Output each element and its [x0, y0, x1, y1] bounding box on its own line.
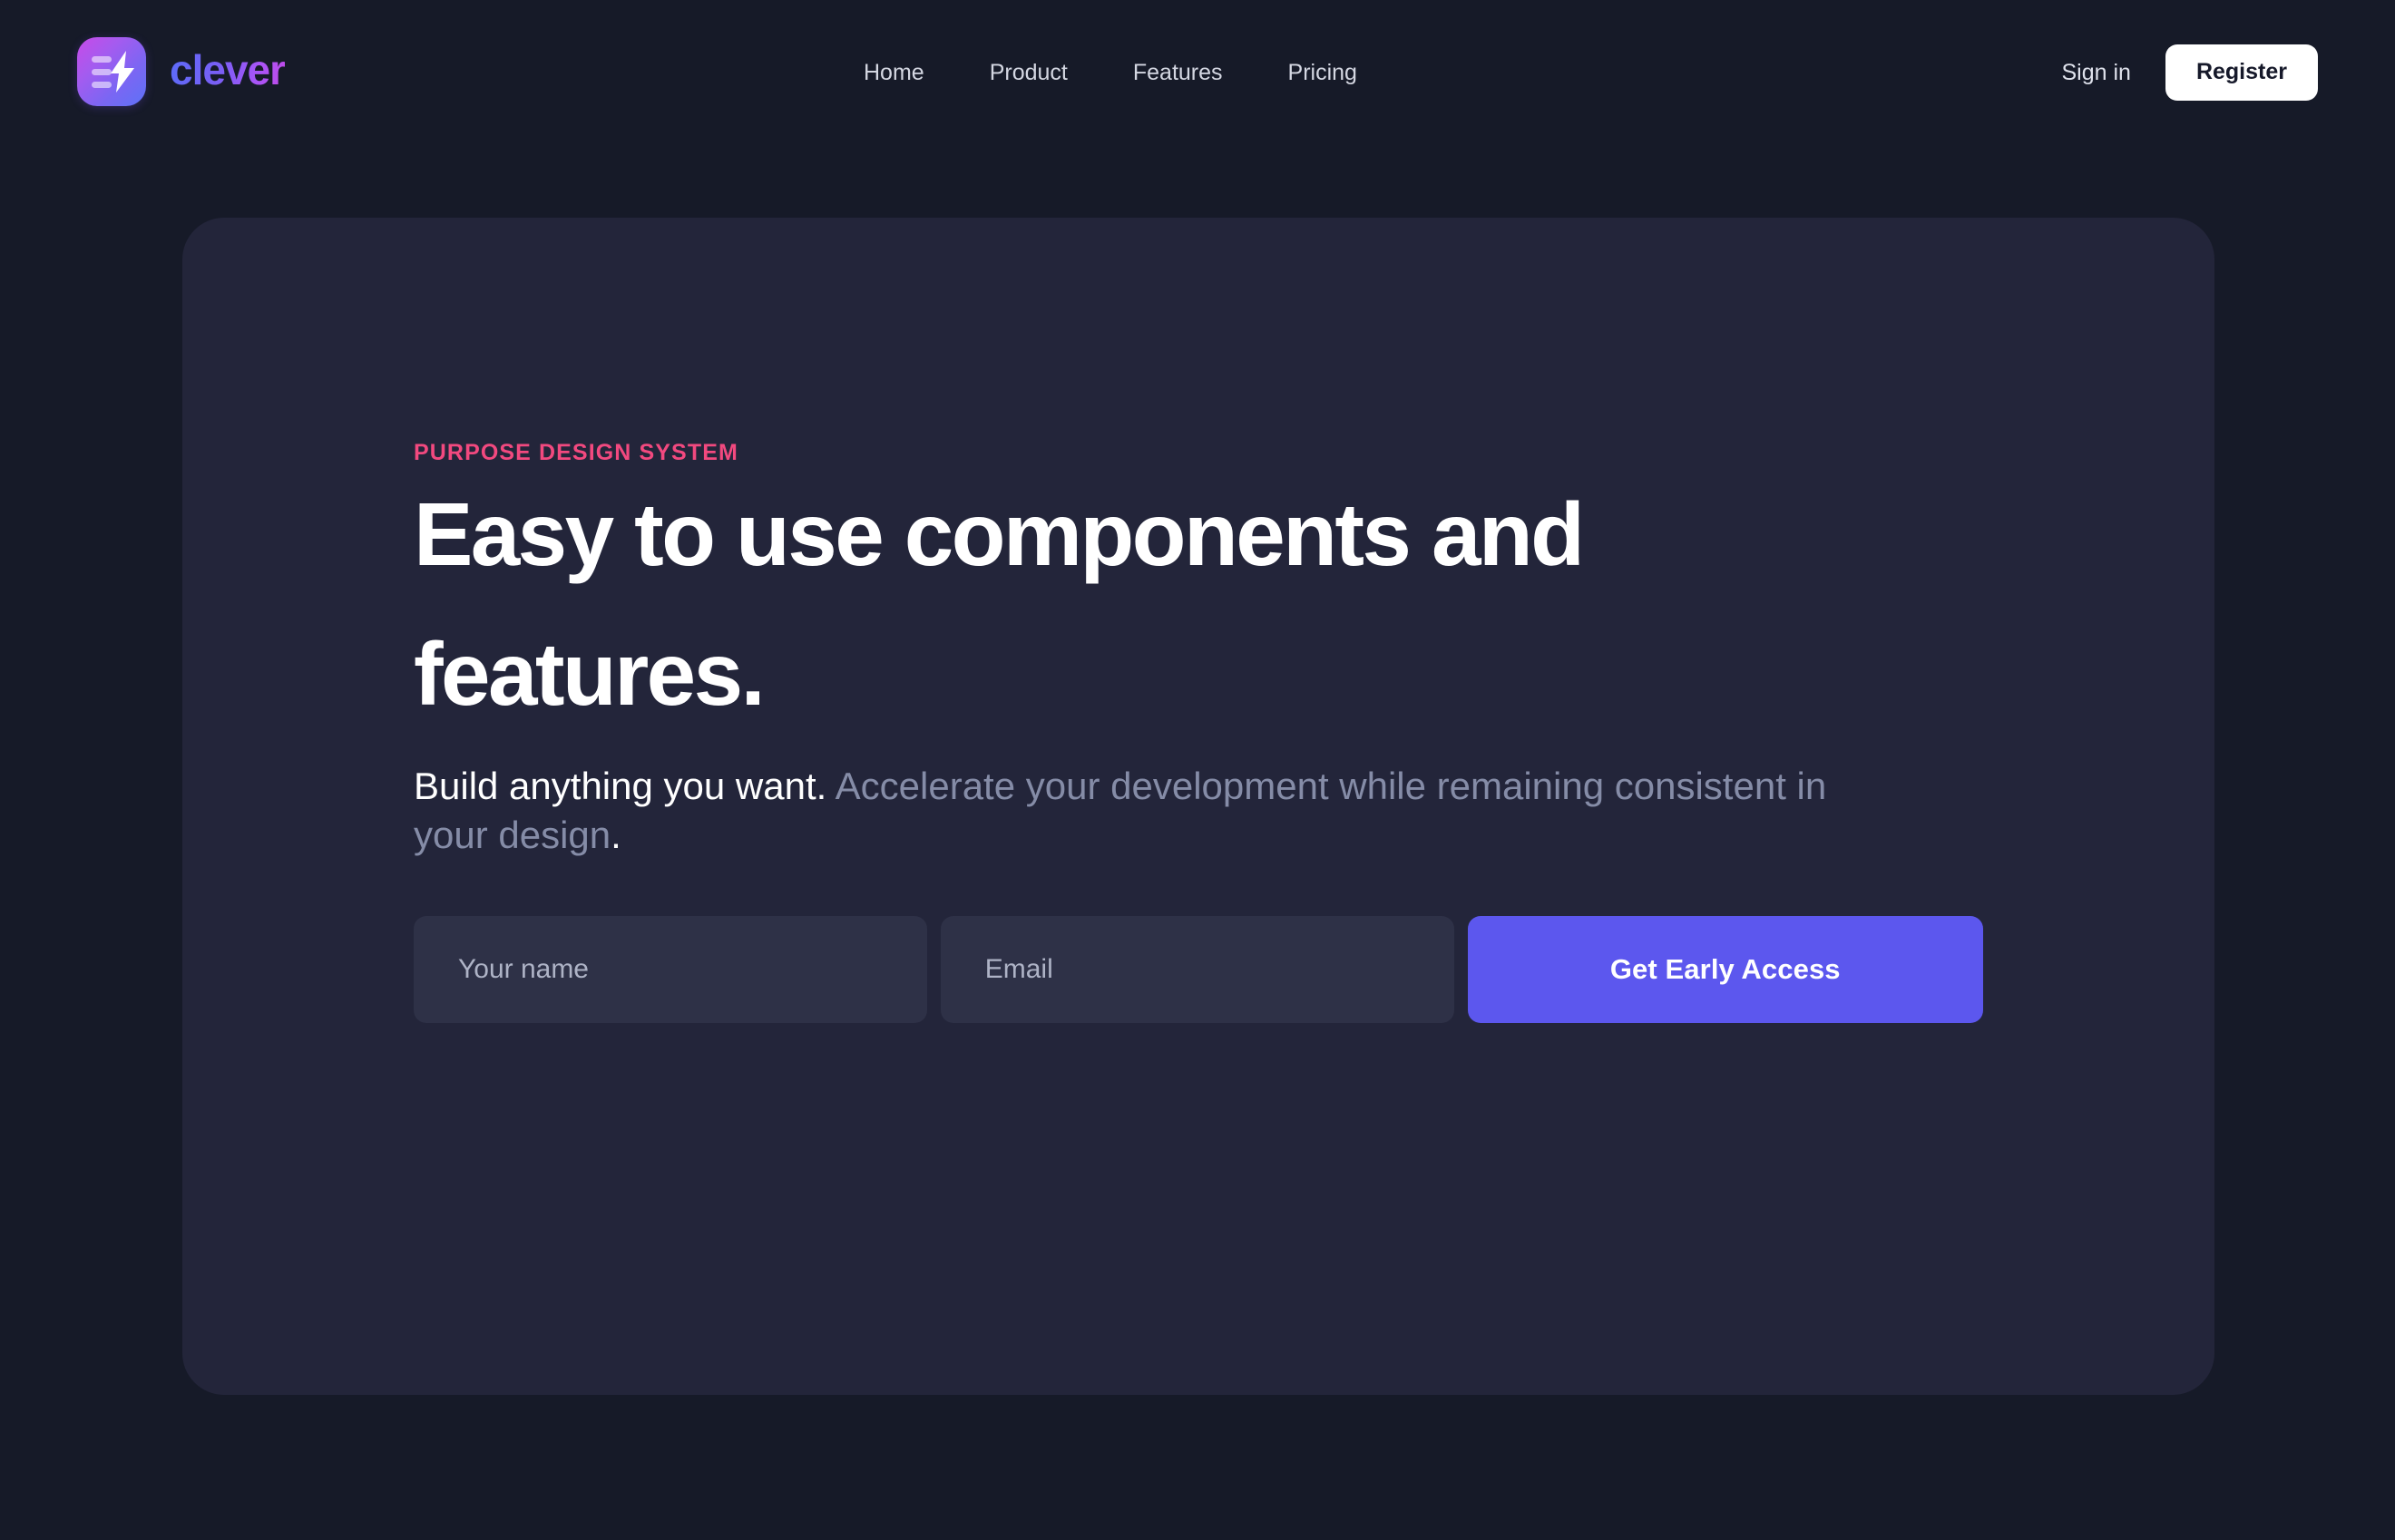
nav-item-pricing[interactable]: Pricing [1288, 60, 1357, 86]
name-input[interactable] [414, 915, 927, 1023]
get-early-access-button[interactable]: Get Early Access [1467, 915, 1983, 1023]
hero-content: PURPOSE DESIGN SYSTEM Easy to use compon… [414, 440, 2010, 1023]
headline-line-2: features. [414, 624, 766, 724]
hero-subheading: Build anything you want. Accelerate your… [414, 762, 1901, 860]
hero-card: PURPOSE DESIGN SYSTEM Easy to use compon… [182, 218, 2214, 1395]
hero-headline: Easy to use components and features. [414, 490, 1992, 718]
brand-name: clever [170, 46, 286, 93]
nav-item-features[interactable]: Features [1133, 60, 1223, 86]
brand-logo[interactable]: clever [77, 37, 286, 106]
hero-eyebrow: PURPOSE DESIGN SYSTEM [414, 440, 738, 465]
auth-actions: Sign in Register [2062, 0, 2318, 145]
lightning-bolt-list-icon [77, 37, 146, 106]
early-access-form: Get Early Access [414, 915, 1983, 1023]
nav-item-product[interactable]: Product [990, 60, 1068, 86]
sign-in-link[interactable]: Sign in [2062, 60, 2131, 86]
logo-bars-icon [92, 56, 112, 88]
main-navigation: Home Product Features Pricing [864, 0, 1357, 145]
subhead-emphasis: Build anything you want. [414, 765, 827, 807]
nav-item-home[interactable]: Home [864, 60, 924, 86]
bolt-glyph-icon [111, 51, 134, 93]
headline-line-1: Easy to use components and [414, 484, 1585, 584]
subhead-period: . [611, 813, 621, 856]
site-header: clever Home Product Features Pricing Sig… [0, 0, 2395, 145]
landing-page: clever Home Product Features Pricing Sig… [0, 0, 2395, 1540]
email-input[interactable] [940, 915, 1454, 1023]
register-button[interactable]: Register [2165, 44, 2318, 101]
